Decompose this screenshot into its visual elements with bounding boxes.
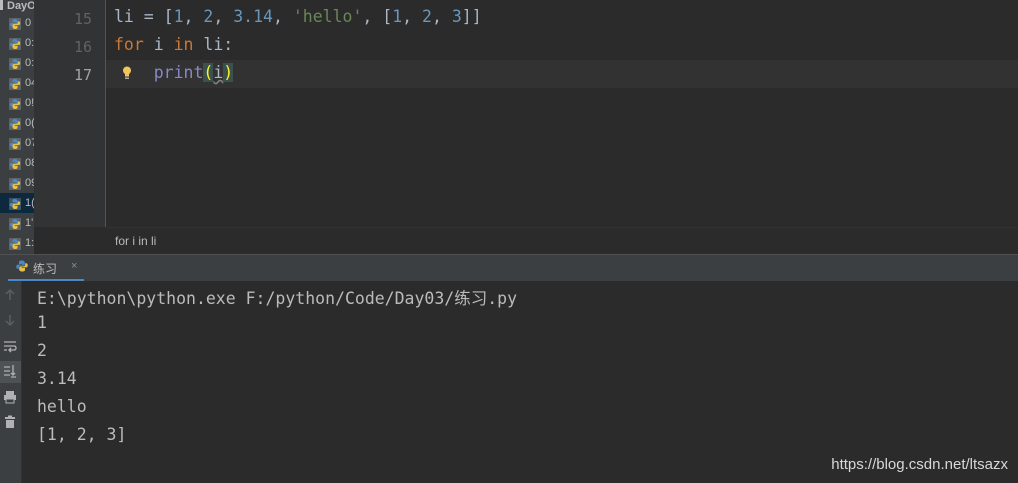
tree-file-label: 07	[25, 137, 34, 149]
up-arrow-icon[interactable]	[0, 285, 21, 307]
console-line: 3.14	[37, 369, 77, 388]
line-gutter: 15 16 17	[34, 0, 105, 227]
watermark: https://blog.csdn.net/ltsazx	[831, 456, 1008, 473]
run-tool-header: 练习 ×	[0, 254, 1018, 282]
console-line: E:\python\python.exe F:/python/Code/Day0…	[37, 289, 518, 308]
console-line: 1	[37, 313, 47, 332]
run-tab-label: 练习	[33, 262, 58, 276]
tree-file-item[interactable]: 1(	[0, 193, 34, 213]
project-tree: DayO 0 0: 0: 04 0! 0( 07 08 09 1( 1' 1:	[0, 0, 34, 256]
tree-file-label: 0!	[25, 97, 34, 109]
tree-file-label: 0:	[25, 37, 34, 49]
tab-run[interactable]: 练习 ×	[8, 255, 84, 282]
current-line-highlight	[106, 60, 1018, 88]
python-file-icon	[9, 198, 21, 210]
console-line: hello	[37, 397, 87, 416]
folder-item[interactable]: DayO	[0, 0, 34, 13]
tree-file-label: 1:	[25, 237, 34, 249]
code-editor[interactable]: li = [1, 2, 3.14, 'hello', [1, 2, 3]] fo…	[106, 0, 1018, 227]
console-line: 2	[37, 341, 47, 360]
scroll-to-end-icon[interactable]	[0, 361, 21, 383]
tree-file-item[interactable]: 1'	[0, 213, 34, 233]
print-icon[interactable]	[0, 387, 21, 409]
python-file-icon	[16, 260, 28, 272]
tree-file-item[interactable]: 0:	[0, 53, 34, 73]
tree-file-label: 0(	[25, 117, 34, 129]
breadcrumb-item[interactable]: for i in li	[115, 234, 156, 248]
console-output[interactable]: E:\python\python.exe F:/python/Code/Day0…	[22, 281, 1018, 483]
breadcrumb[interactable]: for i in li	[106, 227, 1018, 254]
python-file-icon	[9, 38, 21, 50]
down-arrow-icon[interactable]	[0, 310, 21, 332]
tree-file-item[interactable]: 0:	[0, 33, 34, 53]
tree-file-item[interactable]: 0(	[0, 113, 34, 133]
tree-file-item[interactable]: 08	[0, 153, 34, 173]
run-toolbar	[0, 281, 22, 483]
close-icon[interactable]: ×	[71, 260, 77, 272]
tree-file-item[interactable]: 0!	[0, 93, 34, 113]
tree-file-item[interactable]: 04	[0, 73, 34, 93]
tree-file-label: 1'	[25, 217, 34, 229]
tree-file-item[interactable]: 09	[0, 173, 34, 193]
tree-file-label: 08	[25, 157, 34, 169]
python-file-icon	[9, 158, 21, 170]
tree-file-item[interactable]: 07	[0, 133, 34, 153]
python-file-icon	[9, 178, 21, 190]
python-file-icon	[9, 118, 21, 130]
python-file-icon	[9, 98, 21, 110]
line-number-current: 17	[74, 66, 93, 84]
python-file-icon	[9, 78, 21, 90]
python-file-icon	[9, 58, 21, 70]
soft-wrap-icon[interactable]	[0, 336, 21, 358]
console-line: [1, 2, 3]	[37, 425, 127, 444]
python-file-icon	[9, 218, 21, 230]
trash-icon[interactable]	[0, 412, 21, 434]
tree-file-label: 1(	[25, 197, 34, 209]
tree-file-label: 0	[25, 17, 32, 29]
code-line-17[interactable]: print(i)	[114, 63, 234, 82]
python-file-icon	[9, 138, 21, 150]
folder-icon	[0, 0, 3, 10]
line-number: 16	[74, 38, 93, 56]
tree-file-label: 04	[25, 77, 34, 89]
line-number: 15	[74, 10, 93, 28]
code-line-15[interactable]: li = [1, 2, 3.14, 'hello', [1, 2, 3]]	[114, 7, 482, 26]
tree-file-item[interactable]: 1:	[0, 233, 34, 253]
tree-file-label: 09	[25, 177, 34, 189]
code-line-16[interactable]: for i in li:	[114, 35, 233, 54]
folder-label: DayO	[7, 0, 34, 12]
tree-file-item[interactable]: 0	[0, 13, 34, 33]
python-file-icon	[9, 18, 21, 30]
python-file-icon	[9, 238, 21, 250]
tree-file-label: 0:	[25, 57, 34, 69]
